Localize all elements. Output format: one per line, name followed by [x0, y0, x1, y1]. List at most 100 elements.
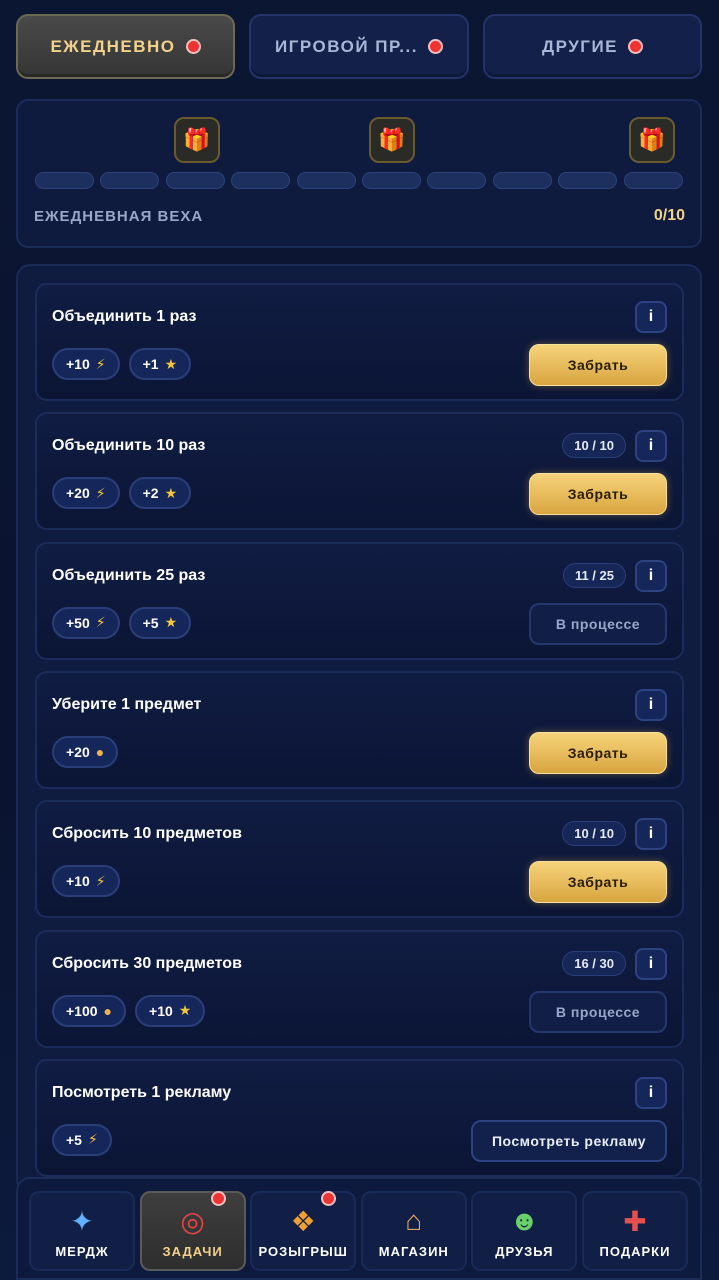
bolt-icon: ⚡: [95, 872, 106, 889]
star-icon: ★: [178, 1002, 192, 1018]
task-title: Объединить 1 раз: [52, 308, 197, 325]
puzzle-icon: ✦: [70, 1206, 94, 1237]
task-title: Объединить 10 раз: [52, 437, 206, 455]
reward-pill: +10 ★: [135, 994, 206, 1027]
info-button[interactable]: i: [635, 688, 667, 721]
milestone-segment: [296, 172, 356, 189]
reward-pill: +5 ★: [128, 606, 192, 639]
milestone-segment: [362, 172, 421, 189]
info-button[interactable]: i: [635, 301, 667, 333]
bolt-icon: ⚡: [95, 614, 106, 631]
nav-item-puzzle[interactable]: ✦ МЕРДЖ: [29, 1191, 135, 1271]
task-progress-badge: 11 / 25: [562, 562, 626, 588]
task-rewards: +10 ⚡: [52, 865, 120, 898]
milestone-segment: [558, 172, 618, 189]
notification-dot: [321, 1191, 337, 1206]
nav-item-prize-chest[interactable]: ❖ РОЗЫГРЫШ: [250, 1191, 357, 1271]
task-rewards: +50 ⚡ +5 ★: [52, 606, 192, 639]
in-progress-button[interactable]: В процессе: [529, 990, 667, 1033]
task-title: Сбросить 30 предметов: [52, 954, 242, 972]
bolt-icon: ⚡: [87, 1131, 98, 1148]
milestone-label: ЕЖЕДНЕВНАЯ ВЕХА: [34, 208, 204, 225]
reward-value: +10: [149, 1002, 173, 1019]
reward-value: +20: [66, 743, 90, 760]
notification-dot: [628, 39, 643, 54]
task-rewards: +10 ⚡ +1 ★: [52, 348, 192, 380]
claim-button[interactable]: Забрать: [529, 473, 667, 516]
bolt-icon: ⚡: [95, 355, 106, 372]
nav-item-target[interactable]: ◎ ЗАДАЧИ: [139, 1191, 246, 1271]
nav-item-shop[interactable]: ⌂ МАГАЗИН: [360, 1191, 467, 1271]
info-button[interactable]: i: [635, 947, 667, 980]
notification-dot: [185, 39, 201, 54]
reward-pill: +20 ●: [52, 735, 119, 768]
claim-button[interactable]: Забрать: [529, 861, 667, 904]
task-card: Объединить 1 раз i +10 ⚡ +1 ★ Забрать: [35, 283, 684, 401]
gift-icon[interactable]: 🎁: [174, 117, 220, 163]
gift-icon: ✚: [623, 1206, 647, 1237]
reward-pill: +100 ●: [52, 994, 127, 1027]
reward-pill: +10 ⚡: [52, 348, 120, 380]
info-button[interactable]: i: [635, 559, 667, 592]
task-rewards: +20 ⚡ +2 ★: [52, 477, 192, 510]
reward-pill: +10 ⚡: [52, 865, 120, 898]
reward-value: +20: [66, 485, 90, 502]
milestone-segment: [231, 172, 291, 189]
reward-value: +10: [66, 356, 90, 372]
watch-ad-button[interactable]: Посмотреть рекламу: [471, 1119, 667, 1162]
notification-dot: [210, 1191, 226, 1206]
task-card: Уберите 1 предмет i +20 ● Забрать: [35, 670, 684, 789]
nav-label: ЗАДАЧИ: [162, 1244, 223, 1259]
reward-pill: +5 ⚡: [52, 1123, 112, 1156]
milestone-count: 0/10: [653, 207, 685, 224]
milestone-segment: [427, 172, 487, 189]
claim-button[interactable]: Забрать: [529, 731, 667, 774]
claim-button[interactable]: Забрать: [529, 344, 667, 386]
info-button[interactable]: i: [635, 430, 667, 463]
tab-label: ЕЖЕДНЕВНО: [50, 36, 176, 56]
nav-label: РОЗЫГРЫШ: [258, 1244, 348, 1259]
reward-value: +5: [142, 614, 159, 631]
info-button[interactable]: i: [635, 818, 667, 851]
coin-icon: ●: [95, 743, 105, 760]
task-progress-badge: 16 / 30: [562, 950, 626, 976]
task-title: Уберите 1 предмет: [52, 695, 202, 713]
task-card: Посмотреть 1 рекламу i +5 ⚡ Посмотреть рекла…: [35, 1058, 684, 1177]
nav-item-friends[interactable]: ☻ ДРУЗЬЯ: [471, 1191, 578, 1271]
category-tabs: ЕЖЕДНЕВНО ИГРОВОЙ ПР... ДРУГИЕ: [16, 14, 702, 79]
task-card: Сбросить 30 предметов i 16 / 30 +100 ● +10 ★ В …: [35, 929, 684, 1048]
tab-label: ДРУГИЕ: [542, 36, 618, 56]
milestone-segment: [492, 172, 552, 189]
reward-pill: +2 ★: [128, 477, 192, 510]
tab-other[interactable]: ДРУГИЕ: [483, 14, 702, 79]
friends-icon: ☻: [509, 1205, 540, 1236]
star-icon: ★: [164, 355, 178, 372]
task-rewards: +20 ●: [52, 735, 119, 768]
bolt-icon: ⚡: [95, 484, 106, 501]
milestone-segment: [100, 172, 160, 189]
tab-daily[interactable]: ЕЖЕДНЕВНО: [16, 14, 235, 79]
tab-game-progress[interactable]: ИГРОВОЙ ПР...: [249, 14, 469, 79]
task-card: Сбросить 10 предметов i 10 / 10 +10 ⚡ Забрать: [35, 800, 684, 919]
reward-value: +2: [142, 485, 159, 502]
in-progress-button[interactable]: В процессе: [529, 602, 667, 645]
task-progress-badge: 10 / 10: [562, 433, 626, 459]
milestone-segment: [623, 172, 683, 189]
reward-pill: +20 ⚡: [52, 477, 120, 510]
nav-item-gift[interactable]: ✚ ПОДАРКИ: [582, 1191, 688, 1271]
shop-icon: ⌂: [405, 1205, 423, 1236]
task-rewards: +100 ● +10 ★: [52, 994, 206, 1027]
task-title: Объединить 25 раз: [52, 566, 206, 584]
gift-icon[interactable]: 🎁: [369, 117, 415, 163]
nav-label: МЕРДЖ: [55, 1244, 109, 1259]
star-icon: ★: [164, 484, 178, 501]
reward-pill: +50 ⚡: [52, 606, 120, 639]
prize-chest-icon: ❖: [290, 1206, 316, 1237]
nav-label: ДРУЗЬЯ: [495, 1244, 554, 1259]
reward-value: +10: [66, 873, 90, 890]
milestone-segment: [165, 172, 225, 189]
nav-label: ПОДАРКИ: [599, 1244, 671, 1259]
task-title: Посмотреть 1 рекламу: [52, 1083, 232, 1101]
info-button[interactable]: i: [635, 1076, 667, 1109]
gift-icon[interactable]: 🎁: [629, 117, 675, 163]
